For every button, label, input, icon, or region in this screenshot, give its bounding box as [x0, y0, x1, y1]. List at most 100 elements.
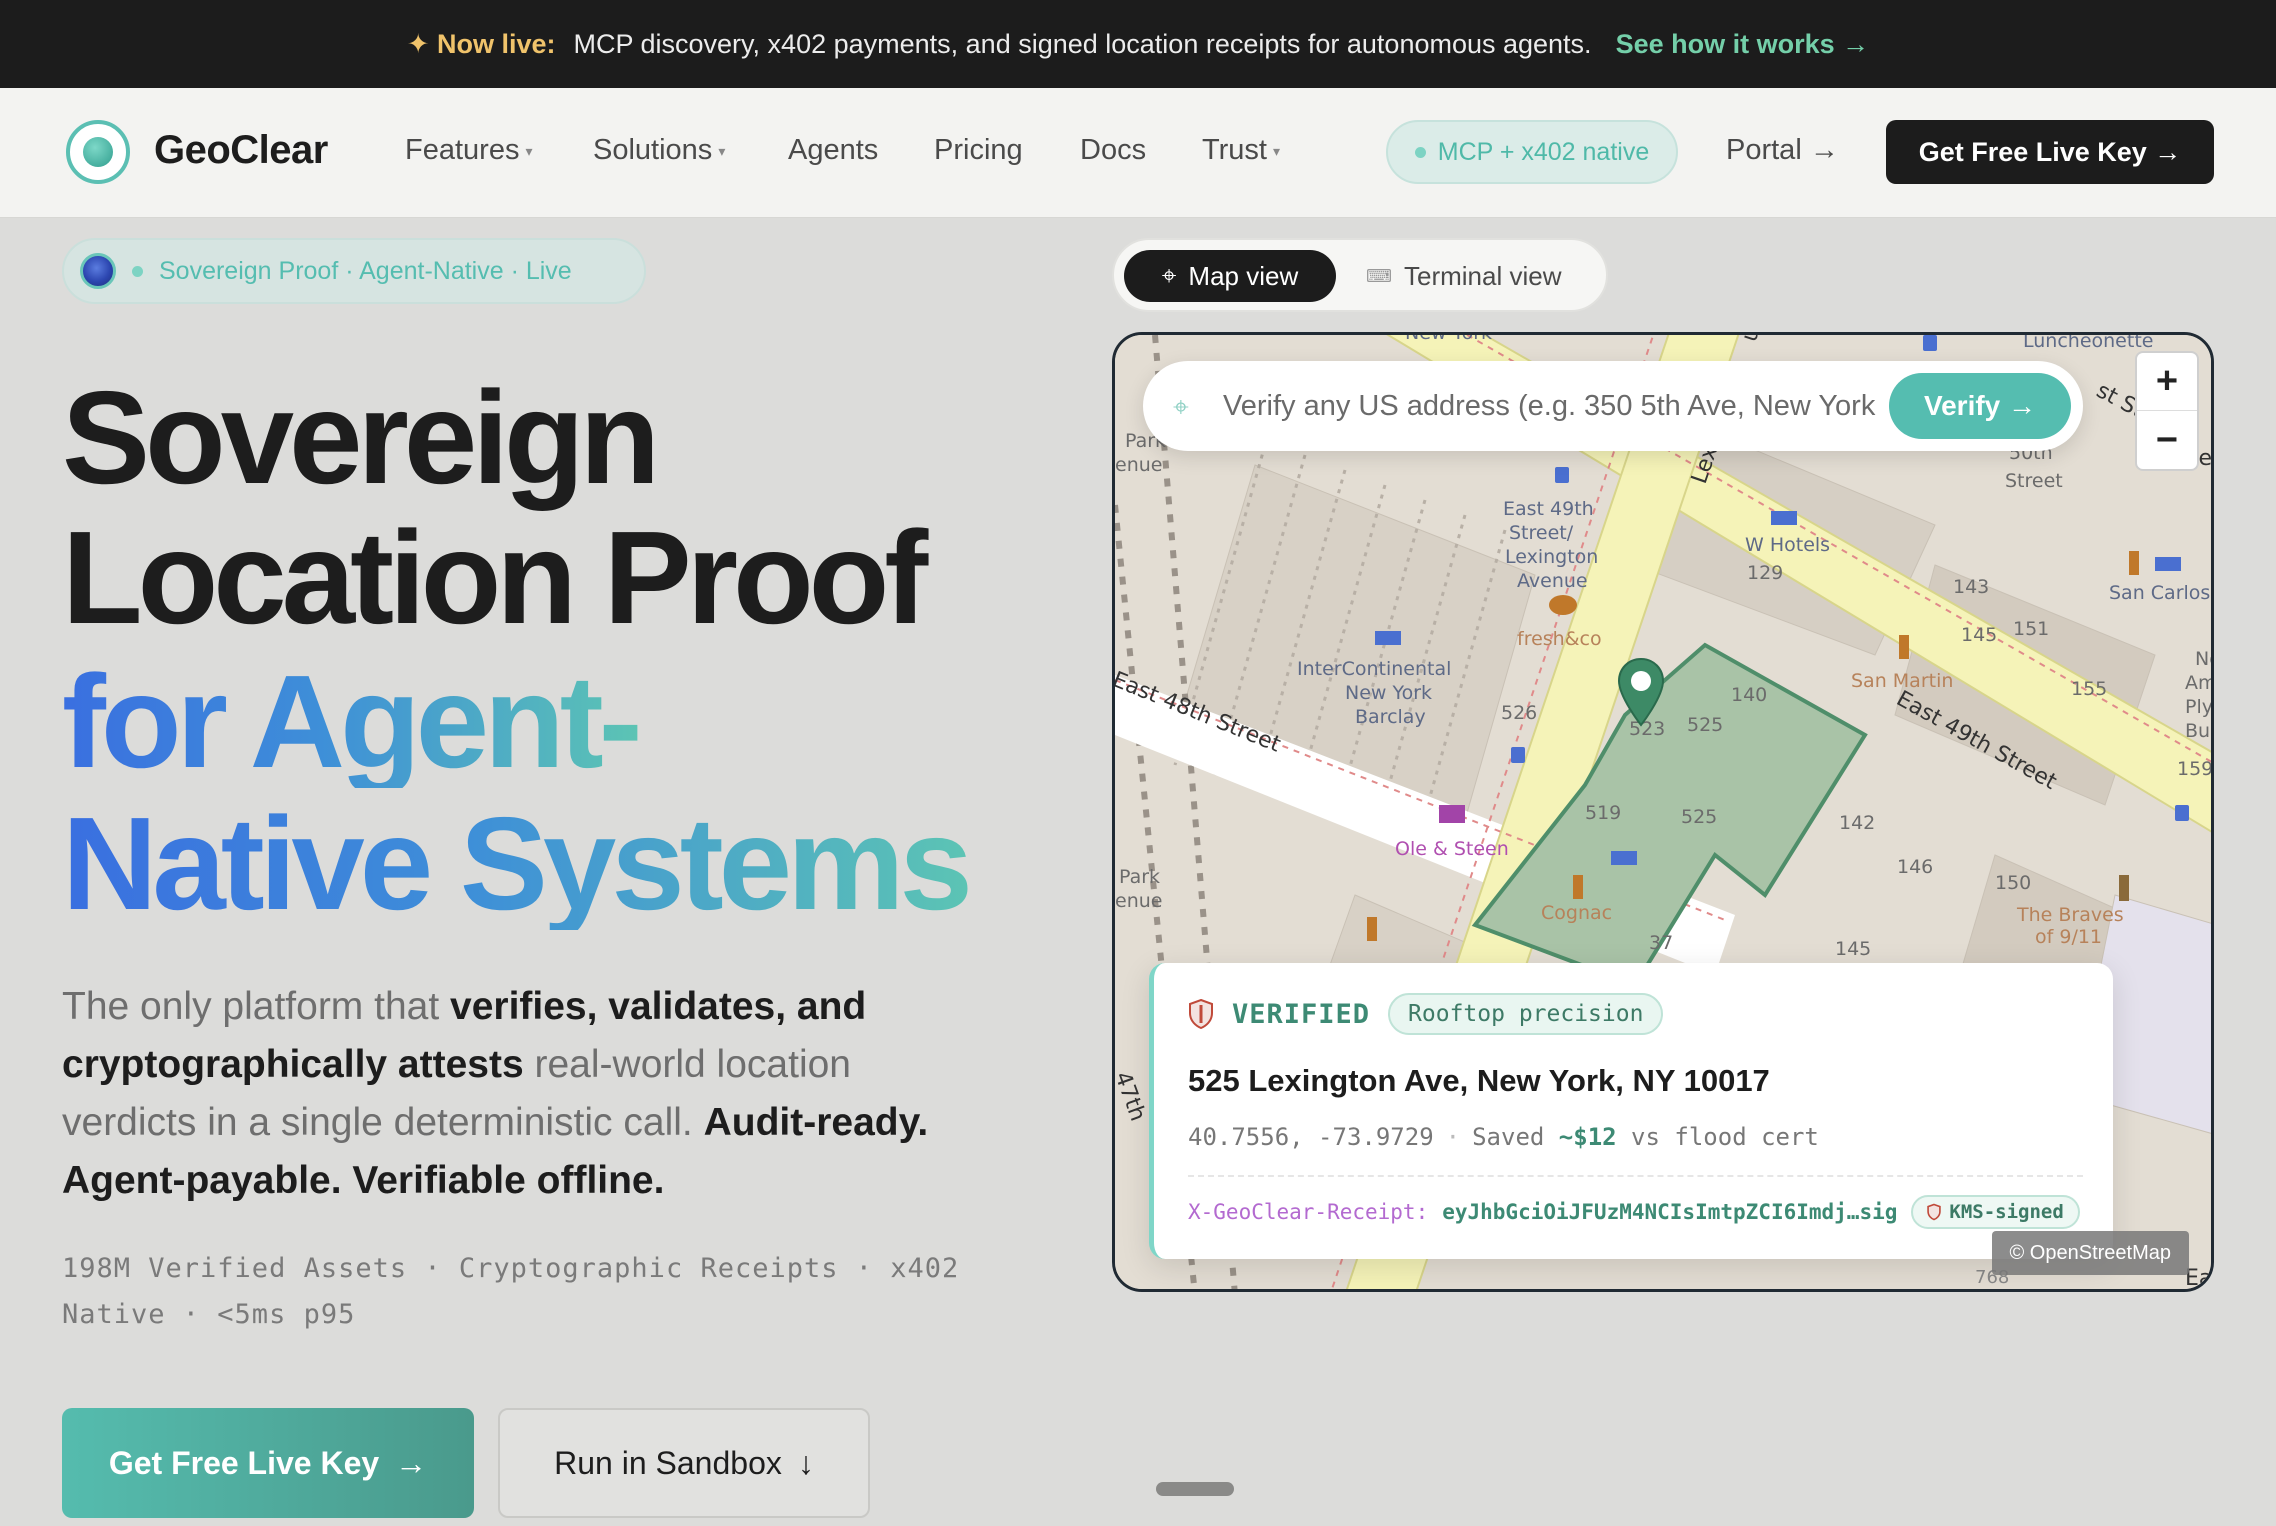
- receipt-header-value[interactable]: eyJhbGciOiJFUzM4NCIsImtpZCI6Imdj…sig: [1442, 1200, 1897, 1224]
- hero-badge: Sovereign Proof · Agent-Native · Live: [62, 238, 646, 304]
- map-label: Ole & Steen: [1395, 838, 1509, 860]
- memorial-icon: [2119, 875, 2129, 901]
- saved-prefix: Saved: [1472, 1123, 1559, 1151]
- map-label: enue: [1115, 890, 1162, 912]
- hotel-icon: [1375, 631, 1401, 645]
- verified-address: 525 Lexington Ave, New York, NY 10017: [1188, 1063, 1770, 1098]
- crosshair-icon: ⌖: [1161, 260, 1177, 290]
- receipt-row: X-GeoClear-Receipt: eyJhbGciOiJFUzM4NCIs…: [1188, 1195, 2080, 1229]
- map-label: Street: [2005, 470, 2063, 492]
- zoom-control: + −: [2135, 351, 2199, 471]
- map-label: Avenue: [1517, 570, 1588, 592]
- crosshair-icon: ⌖: [1173, 391, 1189, 422]
- address-search-input[interactable]: [1223, 381, 1903, 431]
- map-label: The Braves: [2016, 904, 2124, 926]
- zoom-out-button[interactable]: −: [2137, 411, 2197, 469]
- logo-icon[interactable]: [66, 120, 130, 184]
- hero-stats: 198M Verified Assets · Cryptographic Rec…: [62, 1253, 960, 1330]
- get-free-key-button[interactable]: Get Free Live Key →: [62, 1408, 474, 1518]
- map-label: Barclay: [1355, 706, 1426, 728]
- hero-badge-label: Sovereign Proof · Agent-Native · Live: [159, 256, 572, 285]
- globe-icon: [80, 253, 116, 289]
- portal-link[interactable]: Portal →: [1726, 134, 1839, 167]
- mcp-native-label: MCP + x402 native: [1437, 137, 1650, 166]
- hero-title-line-1: Sovereign: [62, 364, 660, 511]
- map-label: 37: [1649, 932, 1673, 954]
- map-label: East 49th: [1503, 498, 1594, 520]
- divider: [1188, 1175, 2083, 1177]
- nav-pricing[interactable]: Pricing: [934, 134, 1023, 167]
- zoom-in-button[interactable]: +: [2137, 353, 2197, 411]
- location-pin-icon[interactable]: [1617, 657, 1665, 729]
- announcement-label: ✦ Now live:: [406, 28, 556, 59]
- restaurant-icon: [1573, 875, 1583, 899]
- kms-signed-label: KMS-signed: [1949, 1201, 2064, 1223]
- shop-icon: [1439, 805, 1465, 823]
- announcement-bar: ✦ Now live: MCP discovery, x402 payments…: [0, 0, 2276, 88]
- chevron-down-icon: ▾: [1272, 142, 1281, 159]
- verify-button[interactable]: Verify →: [1889, 373, 2071, 439]
- nav-trust-label: Trust: [1202, 134, 1267, 166]
- arrow-down-icon: ↓: [797, 1444, 814, 1481]
- saved-value: ~$12: [1558, 1123, 1617, 1151]
- hero-title-line-4: Native Systems: [62, 790, 973, 937]
- kms-signed-badge: KMS-signed: [1911, 1195, 2080, 1229]
- nav-solutions[interactable]: Solutions ▾: [593, 134, 725, 167]
- brand-name[interactable]: GeoClear: [154, 128, 328, 173]
- hero-lead: The only platform that verifies, validat…: [62, 978, 982, 1210]
- announcement-link[interactable]: See how it works →: [1616, 29, 1870, 60]
- top-nav: GeoClear Features ▾ Solutions ▾ Agents Pri…: [0, 88, 2276, 218]
- tab-terminal-view-label: Terminal view: [1403, 260, 1562, 291]
- get-free-key-label: Get Free Live Key: [108, 1444, 380, 1481]
- map-label: Plyw: [2185, 696, 2214, 718]
- map-label: New York: [1345, 682, 1432, 704]
- map-panel[interactable]: New York Luncheonette East 49th Street/ …: [1112, 332, 2214, 1292]
- map-label: of 9/11: [2035, 926, 2102, 948]
- nav-docs[interactable]: Docs: [1080, 134, 1146, 167]
- map-label: fresh&co: [1517, 628, 1602, 650]
- tab-map-view[interactable]: ⌖ Map view: [1124, 250, 1336, 302]
- map-label: 151: [2013, 618, 2049, 640]
- map-label: 145: [1835, 938, 1871, 960]
- hotel-icon: [1771, 511, 1797, 525]
- receipt-header-key: X-GeoClear-Receipt:: [1188, 1200, 1429, 1224]
- separator: ·: [1445, 1123, 1461, 1151]
- saved-suffix: vs flood cert: [1616, 1123, 1819, 1151]
- nav-features[interactable]: Features ▾: [405, 134, 532, 167]
- announcement-text: MCP discovery, x402 payments, and signed…: [573, 28, 1592, 59]
- restaurant-icon: [2129, 551, 2139, 575]
- map-label: No: [2195, 648, 2214, 670]
- run-in-sandbox-button[interactable]: Run in Sandbox ↓: [498, 1408, 870, 1518]
- bus-stop-icon: [1511, 747, 1525, 763]
- map-label: 525: [1687, 714, 1723, 736]
- tab-terminal-view[interactable]: ⌨ Terminal view: [1366, 250, 1596, 302]
- hero-title-line-3: for Agent-: [62, 648, 643, 795]
- map-label: Park: [1119, 866, 1160, 888]
- nav-trust[interactable]: Trust ▾: [1202, 134, 1280, 167]
- status-dot-icon: [1414, 146, 1426, 158]
- status-dot-icon: [132, 265, 143, 277]
- map-label: 155: [2071, 678, 2107, 700]
- bus-stop-icon: [1555, 467, 1569, 483]
- bus-stop-icon: [2175, 805, 2189, 821]
- run-in-sandbox-label: Run in Sandbox: [554, 1444, 782, 1481]
- coordinates: 40.7556, -73.9729: [1188, 1123, 1434, 1151]
- hotel-icon: [1611, 851, 1637, 865]
- lead-text-1: The only platform that: [62, 985, 451, 1028]
- verification-card: VERIFIED Rooftop precision 525 Lexington…: [1149, 963, 2113, 1259]
- scroll-handle[interactable]: [1156, 1482, 1234, 1496]
- restaurant-icon: [1367, 917, 1377, 941]
- precision-badge: Rooftop precision: [1388, 993, 1664, 1035]
- map-label: Lexington: [1505, 546, 1598, 568]
- keyboard-icon: ⌨: [1366, 265, 1392, 286]
- map-attribution[interactable]: © OpenStreetMap: [1991, 1231, 2189, 1275]
- map-label: W Hotels: [1745, 534, 1830, 556]
- shield-icon: [1927, 1203, 1942, 1221]
- map-label: Luncheonette: [2023, 335, 2153, 352]
- nav-agents[interactable]: Agents: [788, 134, 878, 167]
- map-label: San Carlos: [2109, 582, 2210, 604]
- get-free-key-nav-button[interactable]: Get Free Live Key →: [1886, 120, 2214, 184]
- map-label: Cognac: [1541, 902, 1612, 924]
- mcp-native-pill[interactable]: MCP + x402 native: [1386, 120, 1678, 184]
- address-search-bar: ⌖ Verify →: [1143, 361, 2083, 451]
